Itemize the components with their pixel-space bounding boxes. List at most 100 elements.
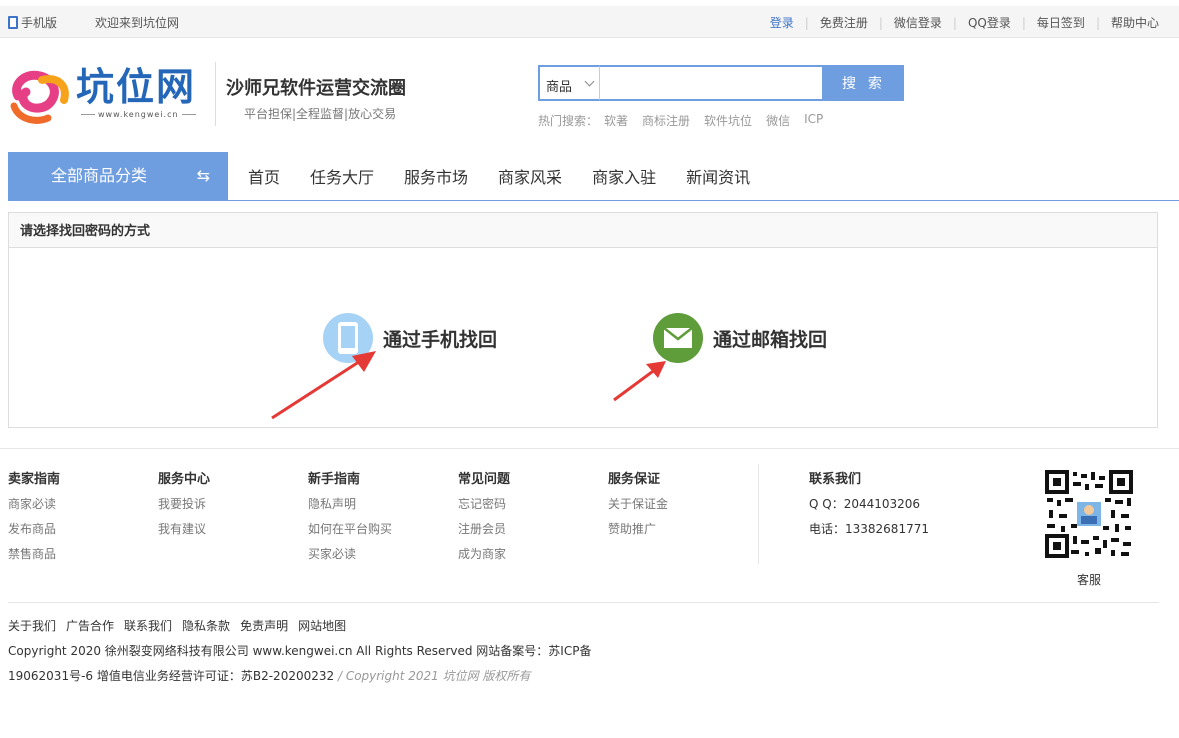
hot-search-item[interactable]: 商标注册 [642,112,690,129]
footer-link-contact[interactable]: 联系我们 [124,617,172,634]
footer-contact: 联系我们 Q Q：2044103206 电话：13382681771 [809,468,929,546]
footer-link[interactable]: 商家必读 [8,496,60,513]
footer-link[interactable]: 禁售商品 [8,546,60,563]
footer-link-sitemap[interactable]: 网站地图 [298,617,346,634]
nav-item-task-hall[interactable]: 任务大厅 [310,164,374,188]
search-category-value: 商品 [546,80,573,95]
footer-link[interactable]: 我有建议 [158,521,210,538]
logo-text: 坑位网 [76,65,197,109]
qr-label: 客服 [1076,573,1101,587]
site-logo[interactable]: 坑位网 www.kengwei.cn [8,64,208,126]
footer-column-beginner-guide: 新手指南 隐私声明 如何在平台购买 买家必读 [308,468,392,571]
separator: | [1095,15,1100,30]
search-bar: 商品 搜 索 [538,65,904,101]
hot-search-item[interactable]: ICP [804,112,823,129]
footer-divider [8,602,1159,603]
top-bar: 手机版 欢迎来到坑位网 登录 | 免费注册 | 微信登录 | QQ登录 | 每日… [0,0,1179,38]
recover-by-email-option[interactable]: 通过邮箱找回 [653,313,827,363]
footer-link[interactable]: 成为商家 [458,546,510,563]
all-categories-button[interactable]: 全部商品分类 ⇆ [8,152,228,200]
nav-item-news[interactable]: 新闻资讯 [686,164,750,188]
hot-search-item[interactable]: 软件坑位 [704,112,752,129]
search-input[interactable] [600,65,824,101]
phone-option-label: 通过手机找回 [383,328,498,351]
footer-column-service-guarantee: 服务保证 关于保证金 赞助推广 [608,468,668,546]
contact-qq: Q Q：2044103206 [809,497,921,511]
site-slogan: 平台担保|全程监督|放心交易 [244,107,397,121]
login-link[interactable]: 登录 [770,14,794,31]
contact-title: 联系我们 [809,472,862,487]
nav-item-merchant-showcase[interactable]: 商家风采 [498,164,562,188]
footer-vertical-divider [758,464,759,564]
footer-column-title: 常见问题 [458,472,511,487]
footer-column-title: 新手指南 [308,472,361,487]
footer-column-title: 卖家指南 [8,472,61,487]
footer-column-faq: 常见问题 忘记密码 注册会员 成为商家 [458,468,510,571]
swap-arrows-icon: ⇆ [196,166,210,185]
contact-phone: 电话：13382681771 [809,522,929,536]
chevron-down-icon [584,76,595,87]
mobile-icon [8,16,18,29]
footer-link[interactable]: 买家必读 [308,546,392,563]
separator: | [1021,15,1026,30]
footer-link-ads[interactable]: 广告合作 [66,617,114,634]
search-category-select[interactable]: 商品 [538,65,600,101]
footer-link[interactable]: 隐私声明 [308,496,392,513]
help-center-link[interactable]: 帮助中心 [1111,14,1159,31]
footer-link[interactable]: 赞助推广 [608,521,668,538]
search-button[interactable]: 搜 索 [824,65,904,101]
logo-domain: www.kengwei.cn [78,110,199,119]
welcome-text: 欢迎来到坑位网 [95,16,180,30]
top-bar-links: 登录 | 免费注册 | 微信登录 | QQ登录 | 每日签到 | 帮助中心 [770,14,1159,31]
footer-column-seller-guide: 卖家指南 商家必读 发布商品 禁售商品 [8,468,60,571]
footer-link[interactable]: 关于保证金 [608,496,668,513]
hot-search-item[interactable]: 微信 [766,112,790,129]
nav-item-merchant-join[interactable]: 商家入驻 [592,164,656,188]
footer-link[interactable]: 我要投诉 [158,496,210,513]
footer-link[interactable]: 发布商品 [8,521,60,538]
qr-code-icon [1045,470,1133,558]
wechat-login-link[interactable]: 微信登录 [894,14,942,31]
qq-login-link[interactable]: QQ登录 [968,14,1011,31]
main-nav: 全部商品分类 ⇆ 首页 任务大厅 服务市场 商家风采 商家入驻 新闻资讯 [8,152,1179,201]
footer-column-title: 服务保证 [608,472,661,487]
annotation-arrow-icon [271,351,376,420]
footer-link-privacy[interactable]: 隐私条款 [182,617,230,634]
nav-items: 首页 任务大厅 服务市场 商家风采 商家入驻 新闻资讯 [248,152,780,200]
footer-link[interactable]: 注册会员 [458,521,510,538]
license-text: 19062031号-6 增值电信业务经营许可证：苏B2-20200232 [8,669,335,683]
footer-link-about[interactable]: 关于我们 [8,617,56,634]
annotation-arrow-icon [613,361,666,402]
footer-column-title: 服务中心 [158,472,211,487]
daily-checkin-link[interactable]: 每日签到 [1037,14,1085,31]
footer-divider [0,448,1179,449]
copyright-line-1: Copyright 2020 徐州裂变网络科技有限公司 www.kengwei.… [8,644,592,658]
mobile-version-link[interactable]: 手机版 [21,14,57,31]
email-option-label: 通过邮箱找回 [713,328,828,351]
separator: | [878,15,883,30]
password-recovery-panel: 请选择找回密码的方式 通过手机找回 通过邮箱找回 [8,212,1158,428]
envelope-icon [663,327,693,348]
separator: | [952,15,957,30]
register-link[interactable]: 免费注册 [820,14,868,31]
top-bar-left: 手机版 欢迎来到坑位网 [8,14,179,31]
separator: | [804,15,809,30]
nav-item-home[interactable]: 首页 [248,164,280,188]
logo-mark-icon [10,70,69,124]
footer-bottom-links: 关于我们 广告合作 联系我们 隐私条款 免责声明 网站地图 [8,617,356,634]
footer-link[interactable]: 如何在平台购买 [308,521,392,538]
hot-search-item[interactable]: 软著 [604,112,628,129]
copyright-line-2: 19062031号-6 增值电信业务经营许可证：苏B2-20200232 / C… [8,667,530,684]
copyright-text: / Copyright 2021 坑位网 版权所有 [334,669,531,683]
header-divider [215,62,216,126]
footer-column-service-center: 服务中心 我要投诉 我有建议 [158,468,210,546]
footer-link[interactable]: 忘记密码 [458,496,510,513]
footer-link-disclaimer[interactable]: 免责声明 [240,617,288,634]
email-circle [653,313,703,363]
nav-item-service-market[interactable]: 服务市场 [404,164,468,188]
all-categories-label: 全部商品分类 [51,166,148,185]
hot-search-label: 热门搜索： [538,114,599,128]
hot-searches: 热门搜索： 软著 商标注册 软件坑位 微信 ICP [538,112,823,129]
panel-title: 请选择找回密码的方式 [9,213,1157,248]
site-name: 沙师兄软件运营交流圈 [226,78,406,99]
